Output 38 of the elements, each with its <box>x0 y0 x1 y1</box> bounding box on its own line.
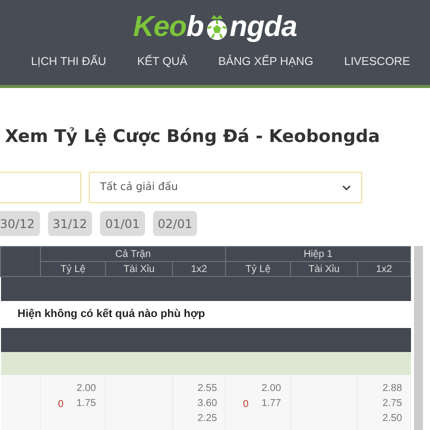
column-group-header: Cả Trận <box>40 246 226 262</box>
nav-link[interactable]: KẾT QUẢ <box>137 54 188 72</box>
nav-link[interactable]: BẢNG XẾP HẠNG <box>218 54 314 72</box>
logo-text: Keob <box>133 12 204 42</box>
odds-value: 2.00 <box>262 382 282 396</box>
date-button[interactable]: 31/12 <box>48 211 92 236</box>
column-header: Tỷ Lệ <box>40 262 106 277</box>
column-header: Tài Xỉu <box>290 262 358 277</box>
scrollbar[interactable] <box>414 246 424 430</box>
odds-value: 2.00 <box>76 382 96 396</box>
column-header: Tỷ Lệ <box>226 262 291 277</box>
date-button[interactable]: 02/01 <box>152 211 198 236</box>
odds-value: 1.77 <box>262 396 282 411</box>
odds-value: 2.55 <box>196 382 218 396</box>
nav-link[interactable]: LIVESCORE <box>344 54 410 72</box>
search-field[interactable] <box>0 172 81 204</box>
column-header: 1x2 <box>172 262 226 277</box>
chevron-icon <box>342 184 351 191</box>
column-header: 1x2 <box>358 262 411 277</box>
page-title: Xem Tỷ Lệ Cược Bóng Đá - Keobongda <box>5 126 381 149</box>
odds-value: 3.60 <box>196 396 218 411</box>
logo-text: ngda <box>230 12 297 42</box>
column-header: Tài Xỉu <box>106 262 172 277</box>
league-select[interactable]: Tất cả giải đấu <box>89 172 362 204</box>
empty-message: Hiện không có kết quả nào phù hợp <box>0 300 411 328</box>
handicap-value: 0 <box>242 398 249 412</box>
column-group-header: Hiệp 1 <box>226 246 411 262</box>
nav-link[interactable]: LỊCH THI ĐẤU <box>31 54 106 72</box>
odds-value: 2.50 <box>382 412 402 426</box>
odds-value: 2.88 <box>382 382 402 396</box>
soccer-ball-icon <box>204 12 229 40</box>
date-button[interactable]: 01/01 <box>100 211 145 236</box>
odds-value: 1.75 <box>76 396 96 411</box>
handicap-value: 0 <box>57 398 64 412</box>
date-button[interactable]: 30/12 <box>0 211 40 236</box>
odds-value: 2.25 <box>196 412 218 426</box>
odds-value: 2.75 <box>382 396 402 411</box>
select-value: Tất cả giải đấu <box>100 180 178 195</box>
